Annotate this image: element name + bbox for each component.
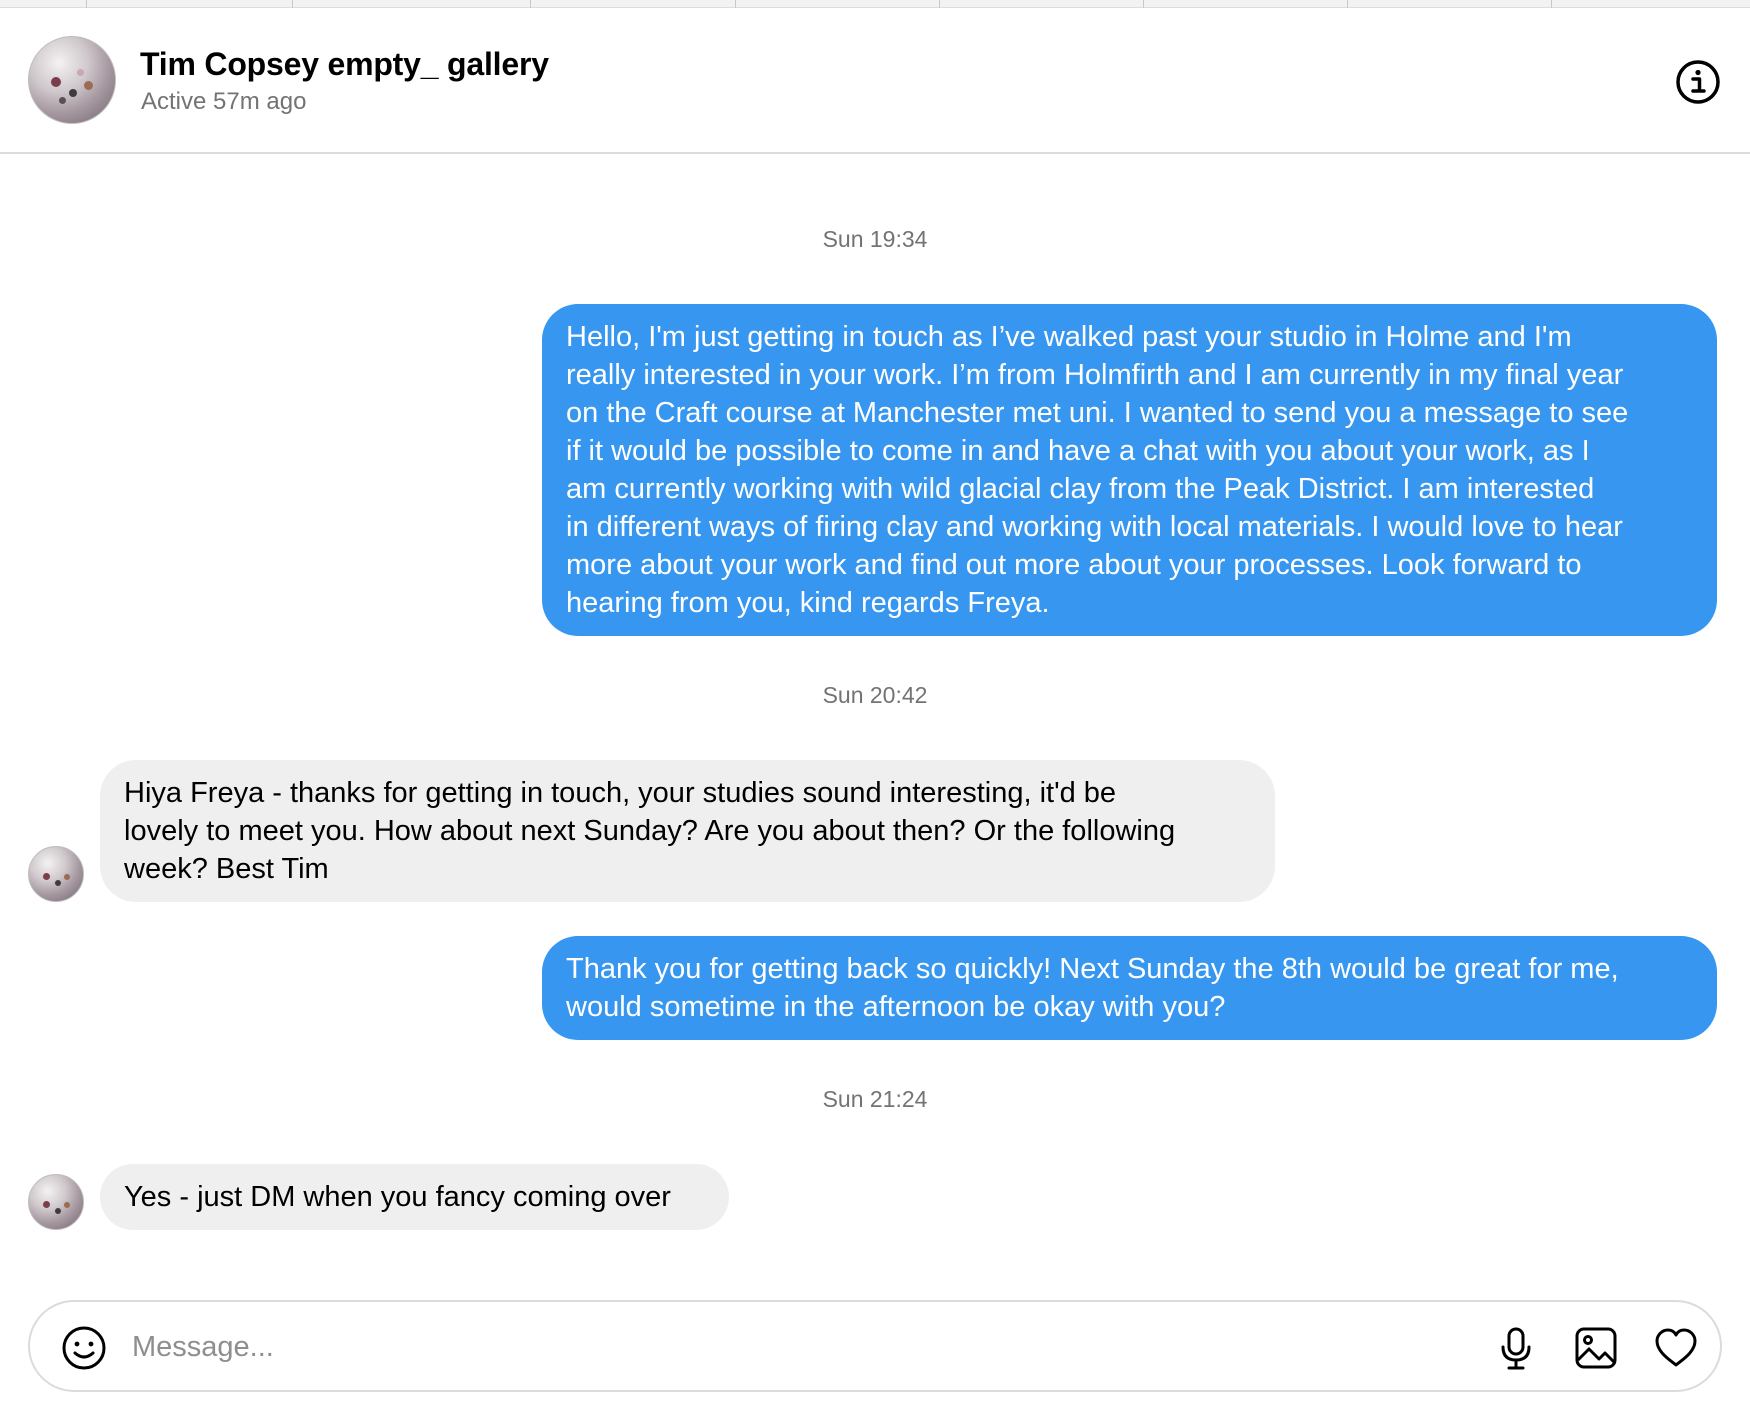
avatar-pattern [64, 1202, 70, 1208]
message-composer [28, 1300, 1722, 1392]
message-line: Hello, I'm just getting in touch as I’ve… [566, 321, 1572, 353]
avatar-pattern [59, 97, 66, 104]
timestamp: Sun 21:24 [822, 1086, 928, 1112]
outgoing-message[interactable]: Thank you for getting back so quickly! N… [542, 936, 1717, 1040]
browser-tab-strip [0, 0, 1750, 8]
avatar-pattern [55, 880, 61, 886]
sender-avatar[interactable] [28, 846, 84, 902]
avatar-pattern [69, 89, 77, 97]
avatar-pattern [77, 69, 84, 76]
avatar-pattern [51, 77, 61, 87]
message-line: really interested in your work. I’m from… [566, 359, 1624, 391]
microphone-icon[interactable] [1492, 1324, 1540, 1372]
outgoing-message[interactable]: Hello, I'm just getting in touch as I’ve… [542, 304, 1717, 636]
contact-name[interactable]: Tim Copsey empty_ gallery [140, 46, 549, 83]
message-line: week? Best Tim [124, 853, 329, 885]
avatar-pattern [43, 873, 50, 880]
info-icon[interactable] [1674, 58, 1722, 106]
tab-divider [735, 0, 736, 8]
message-thread[interactable]: Sun 19:34 Hello, I'm just getting in tou… [0, 156, 1750, 1296]
timestamp: Sun 20:42 [822, 682, 928, 708]
tab-divider [1143, 0, 1144, 8]
message-line: in different ways of firing clay and wor… [566, 511, 1623, 543]
tab-divider [1551, 0, 1552, 8]
message-line: if it would be possible to come in and h… [566, 435, 1590, 467]
message-line: Yes - just DM when you fancy coming over [124, 1181, 671, 1213]
heart-icon[interactable] [1652, 1324, 1700, 1372]
message-line: Thank you for getting back so quickly! N… [566, 953, 1619, 985]
avatar-pattern [64, 874, 70, 880]
tab-divider [86, 0, 87, 8]
contact-avatar[interactable] [28, 36, 116, 124]
incoming-message[interactable]: Hiya Freya - thanks for getting in touch… [100, 760, 1275, 902]
message-input[interactable] [132, 1322, 1432, 1372]
message-line: Hiya Freya - thanks for getting in touch… [124, 777, 1117, 809]
avatar-pattern [55, 1208, 61, 1214]
tab-divider [1347, 0, 1348, 8]
message-line: more about your work and find out more a… [566, 549, 1582, 581]
active-status: Active 57m ago [141, 88, 307, 115]
message-line: hearing from you, kind regards Freya. [566, 587, 1050, 619]
message-line: on the Craft course at Manchester met un… [566, 397, 1629, 429]
tab-divider [292, 0, 293, 8]
tab-divider [939, 0, 940, 8]
tab-divider [530, 0, 531, 8]
avatar-pattern [43, 1201, 50, 1208]
emoji-icon[interactable] [60, 1324, 108, 1372]
avatar-pattern [84, 81, 93, 90]
incoming-message[interactable]: Yes - just DM when you fancy coming over [100, 1164, 729, 1230]
sender-avatar[interactable] [28, 1174, 84, 1230]
message-line: lovely to meet you. How about next Sunda… [124, 815, 1176, 847]
conversation-header: Tim Copsey empty_ gallery Active 57m ago [0, 8, 1750, 154]
message-line: would sometime in the afternoon be okay … [566, 991, 1226, 1023]
message-line: am currently working with wild glacial c… [566, 473, 1595, 505]
timestamp: Sun 19:34 [822, 226, 928, 252]
image-icon[interactable] [1572, 1324, 1620, 1372]
